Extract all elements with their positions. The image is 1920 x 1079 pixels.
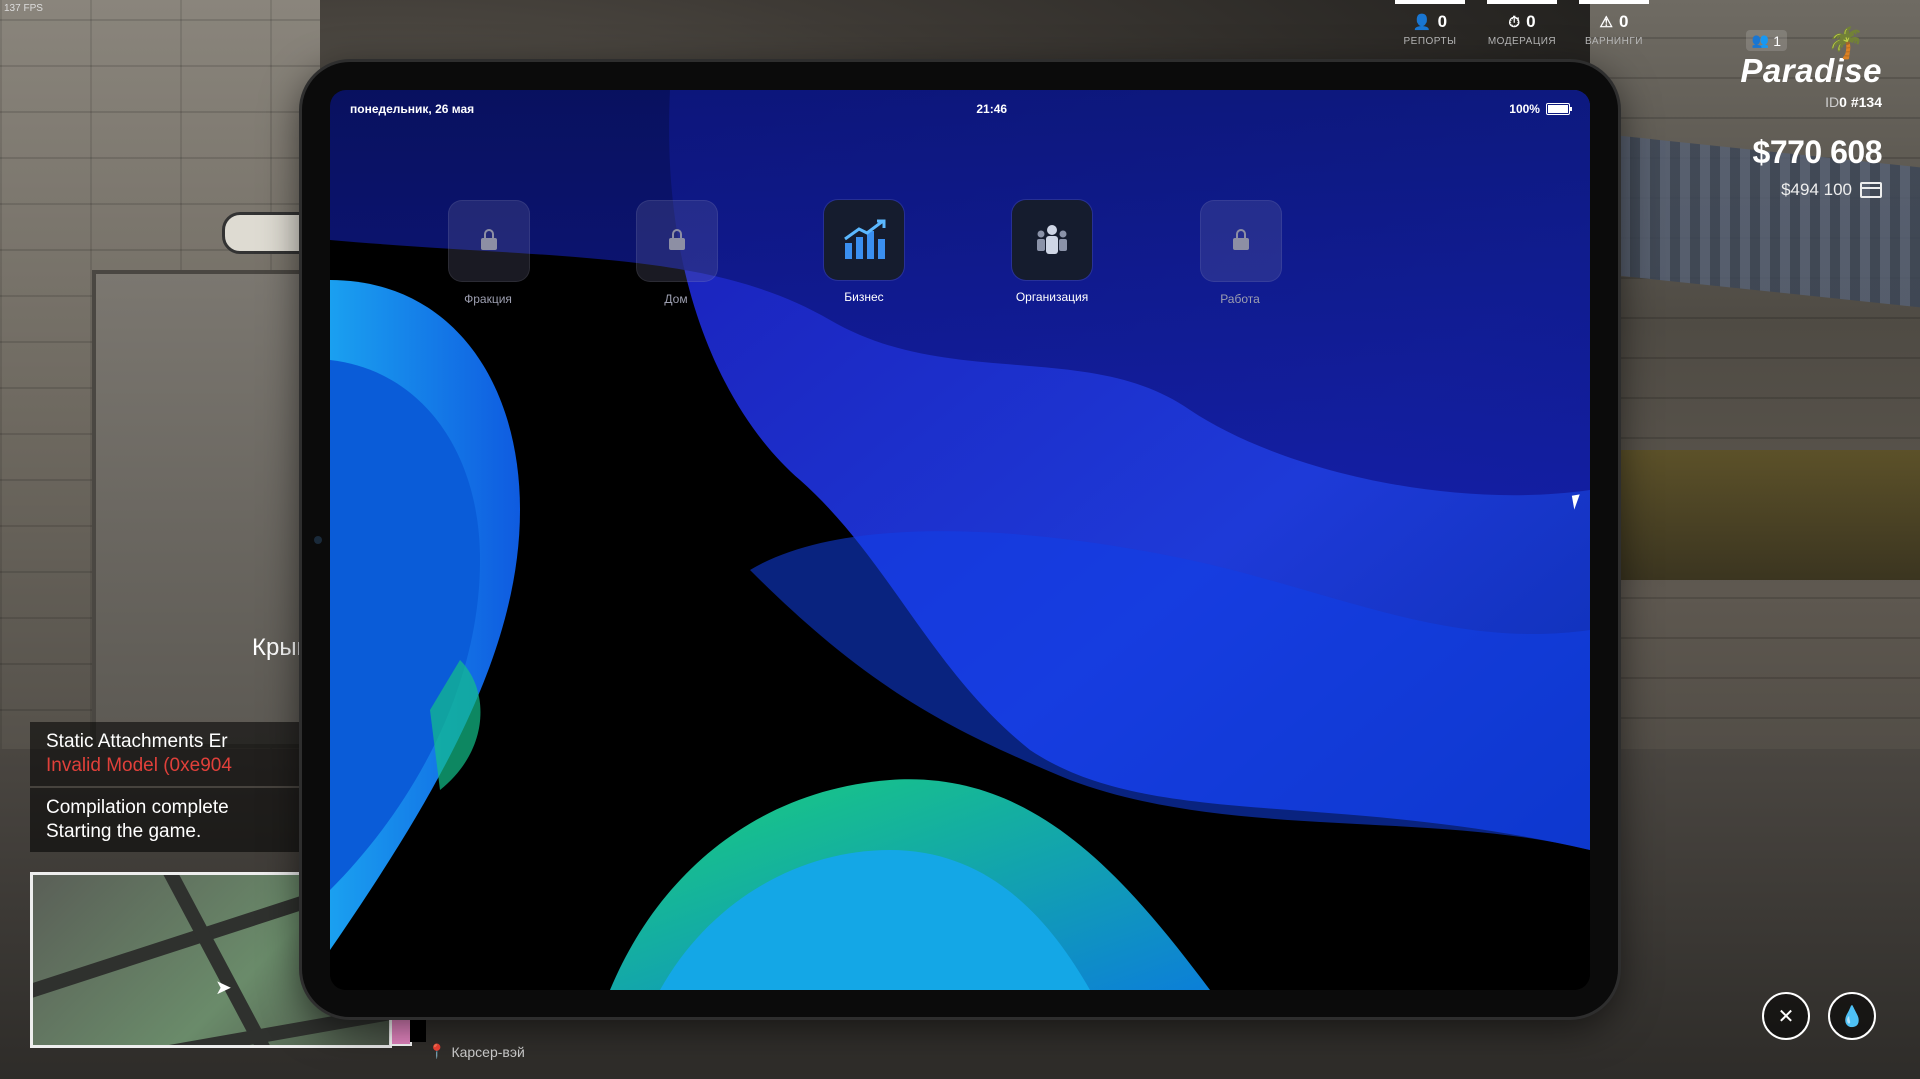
background-yellow-wall <box>1590 450 1920 580</box>
moderation-icon: ⏱ <box>1508 13 1521 31</box>
battery-icon <box>1545 103 1572 115</box>
app-organization-label: Организация <box>1015 290 1089 304</box>
hud-stats: 👤 0 РЕПОРТЫ ⏱ 0 МОДЕРАЦИЯ ⚠ 0 ВАРНИНГИ <box>1395 0 1649 47</box>
location-pin-icon: 📍 <box>428 1043 446 1059</box>
bank-balance: $494 100 <box>1781 180 1882 200</box>
app-work-label: Работа <box>1220 292 1260 306</box>
moderation-count: 0 <box>1526 12 1536 31</box>
report-icon: 👤 <box>1412 14 1432 31</box>
warnings-count: 0 <box>1618 12 1629 31</box>
hud-stat-warnings: ⚠ 0 ВАРНИНГИ <box>1579 0 1649 47</box>
hud-stat-reports: 👤 0 РЕПОРТЫ <box>1395 0 1465 47</box>
app-business-tile[interactable] <box>824 200 904 280</box>
background-door <box>92 270 320 748</box>
lock-icon <box>481 229 497 250</box>
moderation-label: МОДЕРАЦИЯ <box>1487 36 1557 47</box>
background-lamp <box>222 212 308 254</box>
app-organization[interactable]: Организация <box>1012 200 1092 306</box>
thirst-icon: 💧 <box>1828 992 1876 1040</box>
street-label: Карсер-вэй <box>451 1043 525 1060</box>
app-business-label: Бизнес <box>844 290 884 304</box>
app-business[interactable]: Бизнес <box>824 200 904 306</box>
status-date: понедельник, 26 мая <box>350 102 475 116</box>
lock-icon <box>669 229 685 250</box>
player-id: ID0 #134 <box>1740 94 1882 110</box>
status-bar: понедельник, 26 мая 21:46 100% <box>350 102 1572 116</box>
notification-status-line1: Compilation complete <box>46 797 229 818</box>
app-house-tile[interactable] <box>636 200 718 282</box>
hunger-icon: ✕ <box>1762 992 1810 1040</box>
app-house-label: Дом <box>664 292 688 306</box>
server-logo: 🌴 Paradise <box>1740 27 1882 90</box>
palm-icon: 🌴 <box>1824 27 1862 60</box>
notification-status-line2: Starting the game. <box>46 821 202 842</box>
player-id-value: 0 <box>1839 94 1847 110</box>
people-icon <box>1037 225 1067 254</box>
tablet-camera <box>314 536 322 544</box>
player-id-number: #134 <box>1850 94 1882 110</box>
notification-error-detail: Invalid Model (0xe904 <box>46 755 232 776</box>
health-bar <box>390 1016 412 1046</box>
brand-block: 🌴 Paradise ID0 #134 <box>1740 26 1882 110</box>
app-work-tile[interactable] <box>1200 200 1282 282</box>
card-icon <box>1860 182 1882 198</box>
armor-bar <box>410 1016 426 1042</box>
app-faction-tile[interactable] <box>448 200 530 282</box>
status-time: 21:46 <box>976 102 1008 116</box>
notification-status: Compilation complete Starting the game. <box>30 788 342 852</box>
warning-icon: ⚠ <box>1599 14 1613 31</box>
notification-error: Static Attachments Er Invalid Model (0xe… <box>30 722 342 786</box>
app-work[interactable]: Работа <box>1200 200 1282 306</box>
tablet-screen: понедельник, 26 мая 21:46 100% Фракция Д… <box>330 90 1590 990</box>
player-marker-icon: ➤ <box>215 977 232 999</box>
street-name: 📍 Карсер-вэй <box>428 1043 525 1060</box>
player-id-label: ID <box>1825 94 1840 110</box>
hud-stat-moderation: ⏱ 0 МОДЕРАЦИЯ <box>1487 0 1557 47</box>
fps-counter: 137 FPS <box>4 3 43 14</box>
battery-percent: 100% <box>1509 102 1540 116</box>
reports-label: РЕПОРТЫ <box>1403 36 1457 47</box>
lock-icon <box>1233 229 1249 250</box>
app-house[interactable]: Дом <box>636 200 718 306</box>
reports-count: 0 <box>1437 12 1448 31</box>
chart-icon <box>844 219 886 259</box>
app-organization-tile[interactable] <box>1012 200 1092 280</box>
warnings-label: ВАРНИНГИ <box>1585 36 1643 47</box>
tablet-device: понедельник, 26 мая 21:46 100% Фракция Д… <box>302 62 1618 1017</box>
app-grid: Фракция Дом Бизнес Организация Работа <box>448 200 1282 306</box>
app-faction-label: Фракция <box>464 292 512 306</box>
cash-amount: $770 608 <box>1752 134 1883 170</box>
app-faction[interactable]: Фракция <box>448 200 530 306</box>
notification-error-title: Static Attachments Er <box>46 731 228 752</box>
bank-amount: $494 100 <box>1781 180 1852 199</box>
status-battery: 100% <box>1509 102 1572 116</box>
